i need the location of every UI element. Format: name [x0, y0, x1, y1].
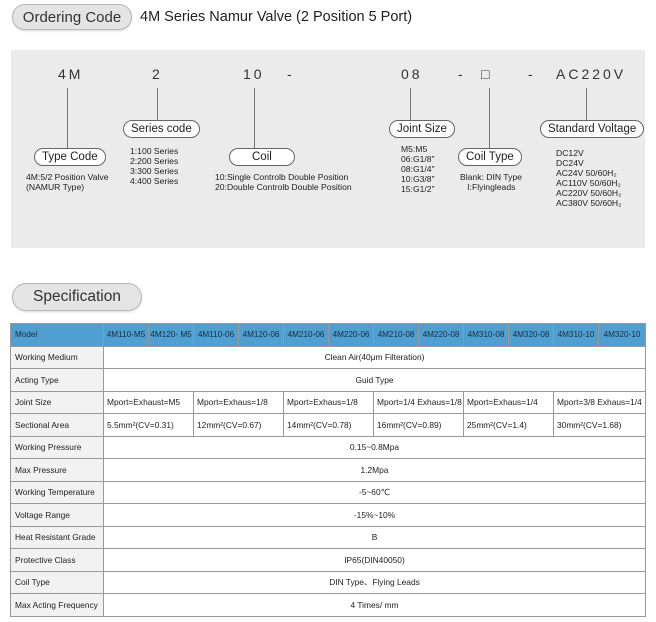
code-dash: - [287, 66, 295, 82]
row-value: 5.5mm²(CV=0.31) [103, 413, 194, 437]
row-value: Mport=Exhaust=M5 [103, 390, 194, 414]
row-value: Mport=Exhaus=1/8 [283, 390, 374, 414]
ordering-code-heading: Ordering Code [12, 4, 132, 30]
table-row: Coil Type DIN Type、Flying Leads [10, 570, 646, 594]
header-model-cell: 4M110-M5 [103, 323, 149, 347]
table-row: Sectional Area 5.5mm²(CV=0.31) 12mm²(CV=… [10, 413, 646, 437]
row-value: DIN Type、Flying Leads [103, 570, 646, 594]
row-value: Guid Type [103, 368, 646, 392]
row-value: Mport=Exhaus=1/8 [193, 390, 284, 414]
connector-line [410, 88, 411, 120]
standard-voltage-label: Standard Voltage [540, 120, 645, 138]
row-value: 4 Times/ mm [103, 593, 646, 617]
row-value: -5~60℃ [103, 480, 646, 504]
header-model-cell: 4M320-08 [508, 323, 554, 347]
header-model: Model [10, 323, 104, 347]
code-part-joint-size: 08 [401, 66, 423, 82]
row-label: Working Medium [10, 345, 104, 369]
row-label: Protective Class [10, 548, 104, 572]
code-dash: - [528, 66, 536, 82]
row-label: Max Acting Frequency [10, 593, 104, 617]
row-value: Mport=3/8 Exhaus=1/4 [553, 390, 646, 414]
row-label: Joint Size [10, 390, 104, 414]
code-part-series-number: 2 [152, 66, 163, 82]
row-label: Working Pressure [10, 435, 104, 459]
row-value: 25mm²(CV=1.4) [463, 413, 554, 437]
row-label: Sectional Area [10, 413, 104, 437]
row-value: 1.2Mpa [103, 458, 646, 482]
coil-desc: 10:Single Controlb Double Position 20:Do… [215, 172, 352, 192]
row-label: Acting Type [10, 368, 104, 392]
header-model-cell: 4M110-06 [193, 323, 239, 347]
joint-size-label: Joint Size [389, 120, 455, 138]
coil-type-desc: Blank: DIN Type I:Flyingleads [460, 172, 522, 192]
header-model-cell: 4M310-08 [463, 323, 509, 347]
coil-label: Coil [229, 148, 295, 166]
row-label: Heat Resistant Grade [10, 525, 104, 549]
row-label: Working Temperature [10, 480, 104, 504]
header-model-cell: 4M210-08 [373, 323, 419, 347]
table-row: Voltage Range -15%~10% [10, 503, 646, 527]
table-row: Working Medium Clean Air(40μm Filteratio… [10, 345, 646, 369]
table-row: Joint Size Mport=Exhaust=M5 Mport=Exhaus… [10, 390, 646, 414]
code-part-coil: 10 [243, 66, 265, 82]
table-row: Working Temperature -5~60℃ [10, 480, 646, 504]
table-row: Max Pressure 1.2Mpa [10, 458, 646, 482]
header-model-cell: 4M120-06 [238, 323, 284, 347]
connector-line [254, 88, 255, 148]
table-header-row: Model 4M110-M5 4M120- M5 4M110-06 4M120-… [10, 323, 646, 347]
row-label: Max Pressure [10, 458, 104, 482]
table-row: Acting Type Guid Type [10, 368, 646, 392]
table-row: Working Pressure 0.15~0.8Mpa [10, 435, 646, 459]
row-value: 14mm²(CV=0.78) [283, 413, 374, 437]
row-value: 16mm²(CV=0.89) [373, 413, 464, 437]
ordering-title: 4M Series Namur Valve (2 Position 5 Port… [140, 9, 413, 25]
connector-line [489, 88, 490, 148]
code-part-voltage: AC220V [556, 66, 627, 82]
code-dash: - [458, 66, 466, 82]
header-model-cell: 4M210-06 [283, 323, 329, 347]
type-code-desc: 4M:5/2 Position Valve (NAMUR Type) [26, 172, 109, 192]
row-value: 30mm²(CV=1.68) [553, 413, 646, 437]
type-code-label: Type Code [34, 148, 106, 166]
row-value: B [103, 525, 646, 549]
row-value: IP65(DIN40050) [103, 548, 646, 572]
table-row: Max Acting Frequency 4 Times/ mm [10, 593, 646, 617]
connector-line [157, 88, 158, 120]
row-label: Voltage Range [10, 503, 104, 527]
row-value: 12mm²(CV=0.67) [193, 413, 284, 437]
code-part-coil-type: □ [481, 66, 493, 82]
row-value: Mport=1/4 Exhaus=1/8 [373, 390, 464, 414]
code-part-series-prefix: 4M [58, 66, 84, 82]
header-model-cell: 4M220-08 [418, 323, 464, 347]
specification-table: Model 4M110-M5 4M120- M5 4M110-06 4M120-… [10, 323, 646, 617]
connector-line [67, 88, 68, 148]
standard-voltage-desc: DC12V DC24V AC24V 50/60H₂ AC110V 50/60H₂… [556, 148, 622, 208]
row-value: -15%~10% [103, 503, 646, 527]
ordering-code-panel [11, 50, 645, 248]
series-code-desc: 1:100 Series 2:200 Series 3:300 Series 4… [130, 146, 179, 186]
joint-size-desc: M5:M5 06:G1/8" 08:G1/4" 10:G3/8" 15:G1/2… [401, 144, 435, 194]
row-value: Mport=Exhaus=1/4 [463, 390, 554, 414]
table-row: Protective Class IP65(DIN40050) [10, 548, 646, 572]
row-value: Clean Air(40μm Filteration) [103, 345, 646, 369]
row-value: 0.15~0.8Mpa [103, 435, 646, 459]
specification-heading: Specification [12, 283, 142, 311]
header-model-cell: 4M320-10 [598, 323, 646, 347]
header-model-cell: 4M310-10 [553, 323, 599, 347]
series-code-label: Series code [123, 120, 200, 138]
header-model-cell: 4M120- M5 [148, 323, 194, 347]
coil-type-label: Coil Type [458, 148, 522, 166]
row-label: Coil Type [10, 570, 104, 594]
connector-line [586, 88, 587, 120]
table-row: Heat Resistant Grade B [10, 525, 646, 549]
header-model-cell: 4M220-06 [328, 323, 374, 347]
